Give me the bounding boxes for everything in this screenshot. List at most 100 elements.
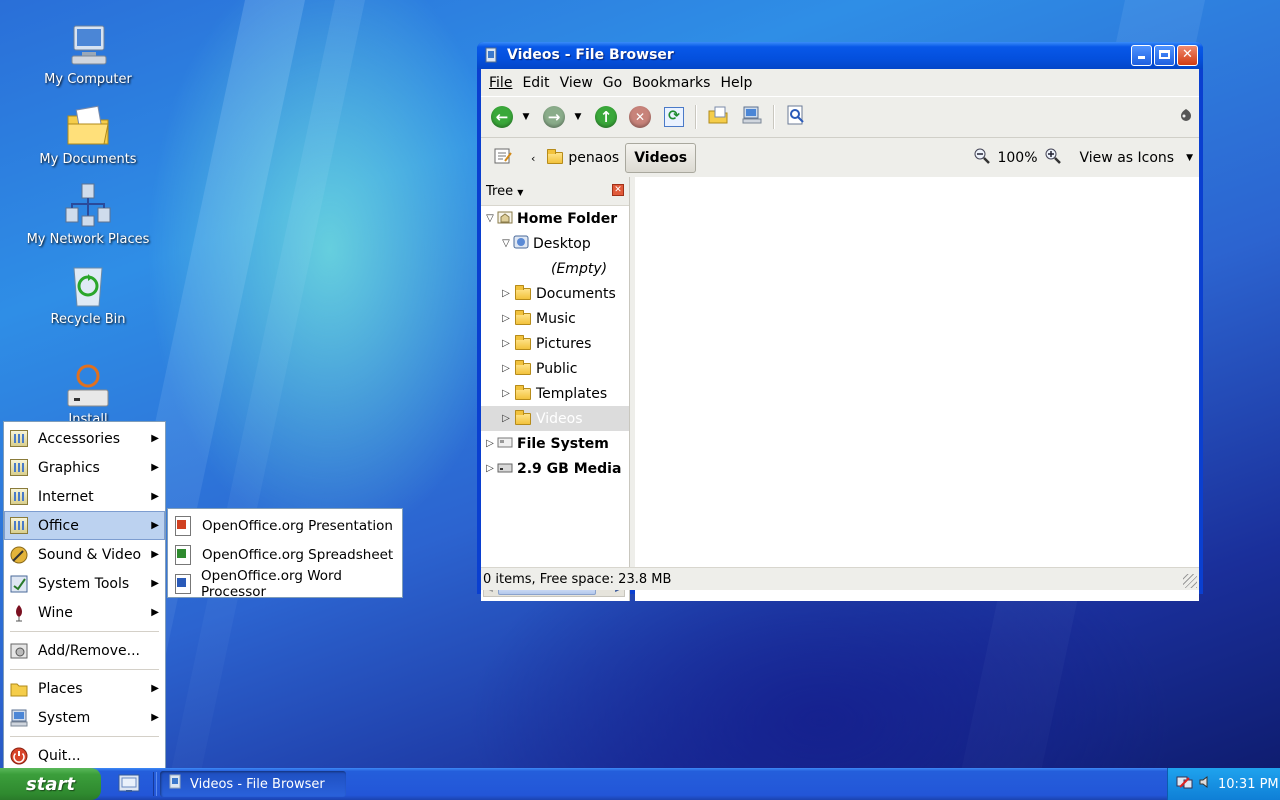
window-app-icon — [484, 47, 500, 69]
desktop-icon-install[interactable]: Install — [8, 362, 168, 427]
computer-icon — [64, 22, 112, 70]
expand-triangle-icon[interactable]: ▷ — [499, 313, 513, 324]
expand-triangle-icon[interactable]: ▷ — [499, 288, 513, 299]
crumb-label: penaos — [568, 150, 620, 166]
computer-button[interactable] — [735, 101, 769, 133]
menu-item-label: OpenOffice.org Word Processor — [201, 567, 342, 600]
tree-item-templates[interactable]: ▷ Templates — [481, 381, 629, 406]
view-mode-label: View as Icons — [1079, 150, 1175, 166]
path-scroll-left-button[interactable]: ‹ — [517, 143, 541, 173]
menu-item-sound-video[interactable]: Sound & Video ▶ — [4, 540, 165, 569]
tree-item-label: Music — [536, 310, 576, 327]
menu-item-internet[interactable]: Internet ▶ — [4, 482, 165, 511]
menu-view[interactable]: View — [555, 75, 598, 91]
tree-item-desktop[interactable]: ▽ Desktop — [481, 231, 629, 256]
collapse-triangle-icon[interactable]: ▽ — [483, 213, 497, 224]
expand-triangle-icon[interactable]: ▷ — [483, 463, 497, 474]
menu-item-oo-spreadsheet[interactable]: OpenOffice.org Spreadsheet — [168, 540, 402, 569]
desktop-icon-my-computer[interactable]: My Computer — [8, 22, 168, 87]
search-button[interactable] — [779, 101, 813, 133]
menu-edit[interactable]: Edit — [517, 75, 554, 91]
stop-button[interactable]: ✕ — [623, 101, 657, 133]
zoom-in-icon — [1044, 147, 1062, 169]
network-status-icon[interactable] — [1176, 774, 1194, 794]
submenu-arrow-icon: ▶ — [151, 491, 159, 502]
tree-item-videos[interactable]: ▷ Videos — [481, 406, 629, 431]
path-crumb-videos[interactable]: Videos — [625, 143, 697, 173]
sidebar-type-select[interactable]: Tree ▼ — [486, 184, 523, 199]
zoom-level[interactable]: 100% — [995, 143, 1039, 173]
minimize-button[interactable] — [1131, 45, 1152, 66]
desktop-icon-my-documents[interactable]: My Documents — [8, 102, 168, 167]
sound-video-icon — [8, 544, 30, 566]
tree-item-label: Templates — [536, 385, 608, 402]
start-button[interactable]: start — [0, 768, 101, 800]
menu-item-accessories[interactable]: Accessories ▶ — [4, 424, 165, 453]
close-button[interactable]: ✕ — [1177, 45, 1198, 66]
clock[interactable]: 10:31 PM — [1218, 777, 1279, 792]
folder-icon — [515, 384, 531, 400]
menu-item-quit[interactable]: Quit... — [4, 741, 165, 770]
tree-item-pictures[interactable]: ▷ Pictures — [481, 331, 629, 356]
menu-item-places[interactable]: Places ▶ — [4, 674, 165, 703]
tree-item-documents[interactable]: ▷ Documents — [481, 281, 629, 306]
tree-item-public[interactable]: ▷ Public — [481, 356, 629, 381]
documents-folder-icon — [64, 102, 112, 150]
zoom-out-button[interactable] — [969, 143, 995, 173]
close-sidebar-button[interactable]: ✕ — [612, 184, 624, 196]
home-button[interactable] — [701, 101, 735, 133]
spreadsheet-doc-icon — [172, 544, 194, 566]
back-history-dropdown[interactable]: ▼ — [519, 101, 533, 133]
sidebar-type-label: Tree — [486, 183, 514, 199]
window-titlebar[interactable]: Videos - File Browser ✕ — [477, 42, 1203, 69]
menu-item-label: Places — [38, 680, 83, 697]
volume-icon[interactable] — [1198, 774, 1212, 794]
toggle-location-entry-button[interactable] — [489, 143, 517, 173]
desktop-icon-my-network-places[interactable]: My Network Places — [8, 182, 168, 247]
forward-history-dropdown[interactable]: ▼ — [571, 101, 585, 133]
menu-item-label: OpenOffice.org Spreadsheet — [202, 546, 394, 563]
menu-item-office[interactable]: Office ▶ — [4, 511, 165, 540]
quick-launch-file-browser[interactable] — [116, 772, 142, 796]
menu-bookmarks[interactable]: Bookmarks — [627, 75, 715, 91]
menu-item-add-remove[interactable]: Add/Remove... — [4, 636, 165, 665]
expand-triangle-icon[interactable]: ▷ — [499, 363, 513, 374]
tree-item-media[interactable]: ▷ 2.9 GB Media — [481, 456, 629, 481]
forward-button[interactable]: → — [537, 101, 571, 133]
reload-button[interactable]: ⟳ — [657, 101, 691, 133]
menu-file[interactable]: File — [484, 75, 517, 91]
menu-item-system-tools[interactable]: System Tools ▶ — [4, 569, 165, 598]
expand-triangle-icon[interactable]: ▷ — [499, 338, 513, 349]
tree-item-file-system[interactable]: ▷ File System — [481, 431, 629, 456]
menu-go[interactable]: Go — [598, 75, 627, 91]
system-tray: 10:31 PM — [1167, 768, 1280, 800]
expand-triangle-icon[interactable]: ▷ — [499, 388, 513, 399]
tree-item-home-folder[interactable]: ▽ Home Folder — [481, 206, 629, 231]
menu-help[interactable]: Help — [715, 75, 757, 91]
maximize-button[interactable] — [1154, 45, 1175, 66]
menu-item-oo-word-processor[interactable]: OpenOffice.org Word Processor — [168, 567, 402, 600]
menu-item-oo-presentation[interactable]: OpenOffice.org Presentation — [168, 511, 402, 540]
up-button[interactable]: ↑ — [589, 101, 623, 133]
expand-triangle-icon[interactable]: ▷ — [483, 438, 497, 449]
expand-triangle-icon[interactable]: ▷ — [499, 413, 513, 424]
menu-item-system[interactable]: System ▶ — [4, 703, 165, 732]
view-mode-select[interactable]: View as Icons ▼ — [1066, 143, 1199, 173]
back-button[interactable]: ← — [485, 101, 519, 133]
desktop-icon-recycle-bin[interactable]: Recycle Bin — [8, 262, 168, 327]
menu-separator — [10, 736, 159, 737]
folder-tree: ▽ Home Folder ▽ Desktop (Empty) ▷ Docume… — [481, 206, 629, 481]
taskbar-item-file-browser[interactable]: Videos - File Browser — [160, 771, 346, 797]
back-arrow-icon: ← — [491, 106, 513, 128]
tree-item-label: Videos — [536, 410, 583, 427]
resize-grip-icon[interactable] — [1183, 574, 1197, 588]
menu-item-wine[interactable]: Wine ▶ — [4, 598, 165, 627]
file-view-pane[interactable] — [635, 177, 1199, 601]
menu-item-graphics[interactable]: Graphics ▶ — [4, 453, 165, 482]
path-crumb-penaos[interactable]: penaos — [541, 143, 625, 173]
tree-item-music[interactable]: ▷ Music — [481, 306, 629, 331]
zoom-in-button[interactable] — [1040, 143, 1066, 173]
forward-arrow-icon: → — [543, 106, 565, 128]
submenu-arrow-icon: ▶ — [151, 433, 159, 444]
collapse-triangle-icon[interactable]: ▽ — [499, 238, 513, 249]
